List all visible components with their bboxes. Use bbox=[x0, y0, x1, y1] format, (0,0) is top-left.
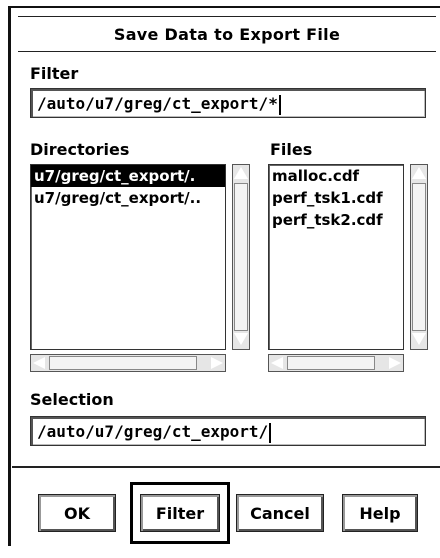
scrollbar-thumb[interactable] bbox=[412, 183, 426, 331]
scrollbar-thumb[interactable] bbox=[287, 356, 375, 370]
save-dialog: Save Data to Export File Filter /auto/u7… bbox=[12, 8, 440, 556]
directory-item[interactable]: u7/greg/ct_export/.. bbox=[31, 187, 225, 209]
scroll-left-arrow-icon[interactable] bbox=[33, 357, 45, 369]
text-cursor bbox=[269, 422, 272, 443]
files-vertical-scrollbar[interactable] bbox=[410, 164, 428, 350]
text-cursor bbox=[278, 94, 281, 115]
directories-horizontal-scrollbar[interactable] bbox=[30, 354, 226, 372]
directories-vertical-scrollbar[interactable] bbox=[232, 164, 250, 350]
scrollbar-thumb[interactable] bbox=[49, 356, 197, 370]
filter-button[interactable]: Filter bbox=[140, 494, 220, 532]
file-item[interactable]: perf_tsk2.cdf bbox=[269, 209, 403, 231]
ok-button[interactable]: OK bbox=[38, 494, 116, 532]
filter-label: Filter bbox=[30, 64, 79, 83]
scrollbar-thumb[interactable] bbox=[234, 183, 248, 331]
window-border-left bbox=[8, 6, 11, 546]
directory-item[interactable]: u7/greg/ct_export/. bbox=[31, 165, 225, 187]
scroll-down-arrow-icon[interactable] bbox=[234, 333, 248, 345]
selection-input[interactable]: /auto/u7/greg/ct_export/ bbox=[30, 416, 426, 446]
scroll-up-arrow-icon[interactable] bbox=[234, 167, 248, 179]
scroll-right-arrow-icon[interactable] bbox=[389, 357, 401, 369]
files-label: Files bbox=[270, 140, 313, 159]
selection-label: Selection bbox=[30, 390, 114, 409]
files-list[interactable]: malloc.cdf perf_tsk1.cdf perf_tsk2.cdf bbox=[268, 164, 404, 350]
separator bbox=[12, 466, 440, 468]
scroll-left-arrow-icon[interactable] bbox=[271, 357, 283, 369]
directories-label: Directories bbox=[30, 140, 130, 159]
scroll-down-arrow-icon[interactable] bbox=[412, 333, 426, 345]
dialog-titlebar[interactable]: Save Data to Export File bbox=[18, 16, 436, 52]
selection-input-text: /auto/u7/greg/ct_export/ bbox=[37, 422, 269, 441]
files-horizontal-scrollbar[interactable] bbox=[268, 354, 404, 372]
scroll-up-arrow-icon[interactable] bbox=[412, 167, 426, 179]
filter-input-text: /auto/u7/greg/ct_export/* bbox=[37, 94, 278, 113]
help-button[interactable]: Help bbox=[342, 494, 418, 532]
filter-input[interactable]: /auto/u7/greg/ct_export/* bbox=[30, 88, 426, 118]
cancel-button[interactable]: Cancel bbox=[236, 494, 324, 532]
file-item[interactable]: malloc.cdf bbox=[269, 165, 403, 187]
dialog-title: Save Data to Export File bbox=[113, 24, 341, 44]
directories-list[interactable]: u7/greg/ct_export/. u7/greg/ct_export/.. bbox=[30, 164, 226, 350]
file-item[interactable]: perf_tsk1.cdf bbox=[269, 187, 403, 209]
scroll-right-arrow-icon[interactable] bbox=[211, 357, 223, 369]
